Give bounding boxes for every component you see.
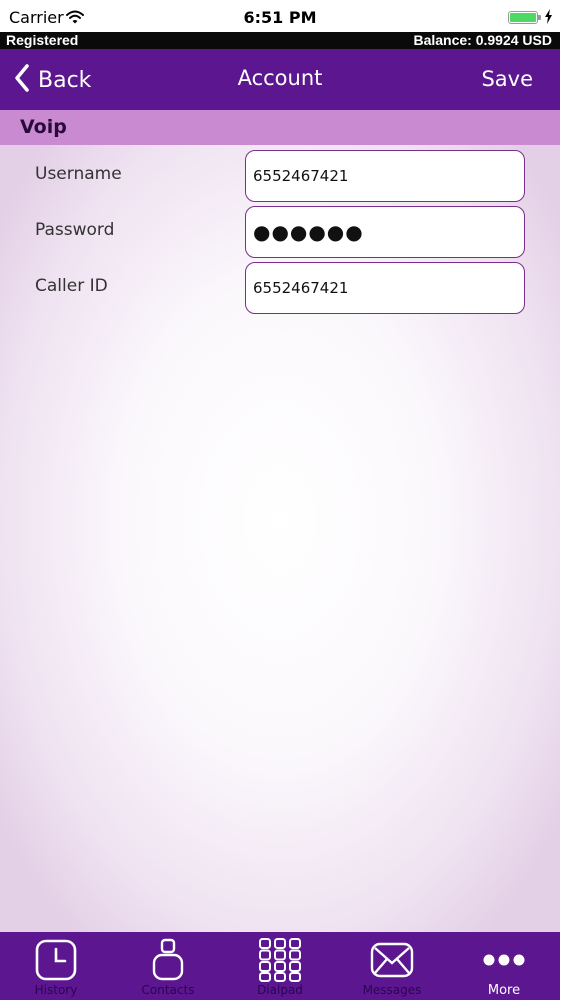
balance-label: Balance: 0.9924 USD xyxy=(413,32,552,48)
tab-more[interactable]: More xyxy=(448,932,560,1000)
username-label: Username xyxy=(35,164,122,184)
navigation-bar: Back Account Save xyxy=(0,49,560,110)
account-screen: Carrier 6:51 PM Registered Balance: 0.99… xyxy=(0,0,560,1000)
registration-bar: Registered Balance: 0.9924 USD xyxy=(0,32,560,49)
password-row: Password ●●●●●● xyxy=(0,206,560,258)
section-header-voip: Voip xyxy=(0,110,560,145)
tab-messages-label: Messages xyxy=(362,983,422,997)
clock-time: 6:51 PM xyxy=(243,8,317,27)
save-button[interactable]: Save xyxy=(481,67,533,91)
tab-bar: History Contacts Dialpad Messages More xyxy=(0,932,560,1000)
dialpad-icon xyxy=(224,938,336,982)
tab-contacts-label: Contacts xyxy=(141,983,195,997)
tab-contacts[interactable]: Contacts xyxy=(112,932,224,1000)
password-label: Password xyxy=(35,220,115,240)
caller-id-label: Caller ID xyxy=(35,276,108,296)
person-icon xyxy=(112,938,224,982)
username-row: Username 6552467421 xyxy=(0,150,560,202)
caller-id-field[interactable]: 6552467421 xyxy=(245,262,525,314)
more-icon xyxy=(448,938,560,982)
battery-icon xyxy=(508,11,538,24)
clock-icon xyxy=(0,938,112,982)
section-title: Voip xyxy=(20,116,67,138)
page-title: Account xyxy=(237,66,323,90)
username-field[interactable]: 6552467421 xyxy=(245,150,525,202)
tab-history[interactable]: History xyxy=(0,932,112,1000)
envelope-icon xyxy=(336,938,448,982)
tab-history-label: History xyxy=(34,983,78,997)
caller-id-row: Caller ID 6552467421 xyxy=(0,262,560,314)
password-field[interactable]: ●●●●●● xyxy=(245,206,525,258)
registration-status: Registered xyxy=(6,32,79,48)
tab-more-label: More xyxy=(487,983,521,998)
charging-bolt-icon xyxy=(544,9,553,28)
tab-dialpad-label: Dialpad xyxy=(257,983,303,997)
tab-messages[interactable]: Messages xyxy=(336,932,448,1000)
status-bar: Carrier 6:51 PM xyxy=(0,0,560,32)
tab-dialpad[interactable]: Dialpad xyxy=(224,932,336,1000)
battery-cap xyxy=(538,15,541,20)
